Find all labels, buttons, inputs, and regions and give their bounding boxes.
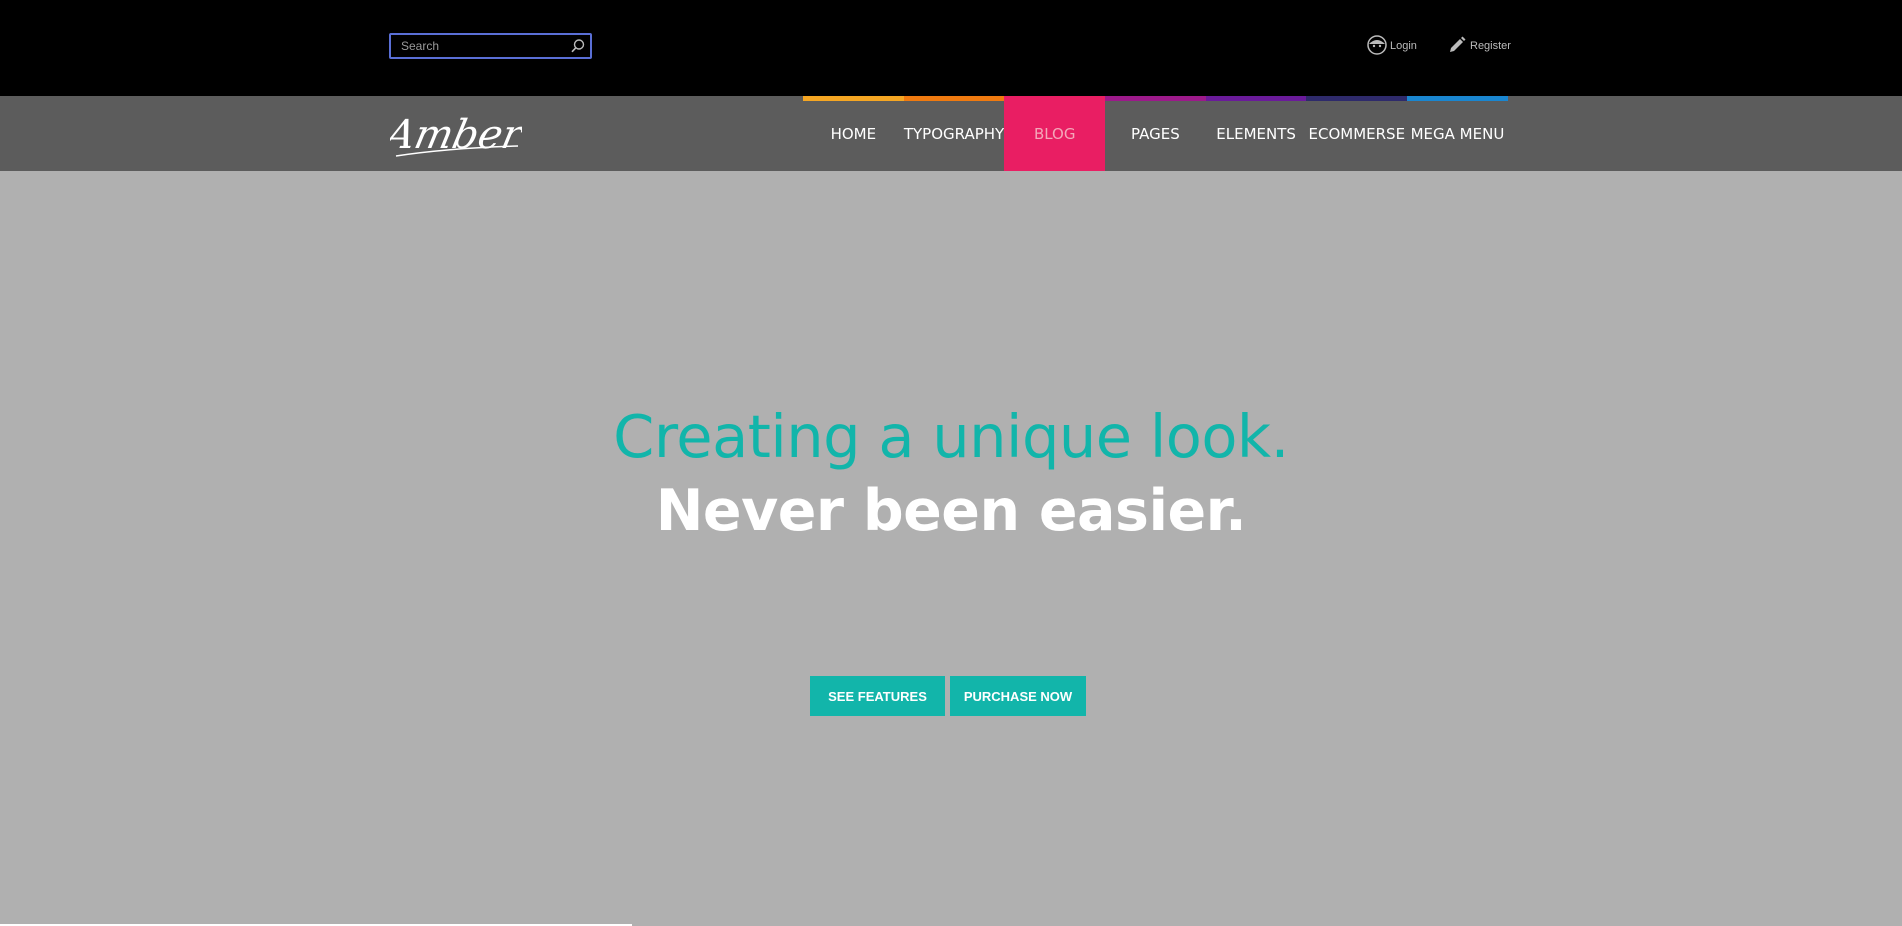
menu-color-bar [903,96,1005,101]
register-link[interactable]: Register [1447,36,1511,56]
brand-logo-text: Amber [390,110,522,157]
register-label: Register [1470,40,1511,52]
menu-item-label: ELEMENTS [1216,124,1296,143]
menu-item-label: BLOG [1033,124,1076,143]
menu-item-home[interactable]: HOME [803,96,904,171]
menu-item-mega-menu[interactable]: MEGA MENU [1407,96,1508,171]
menu-item-typography[interactable]: TYPOGRAPHY [903,96,1005,171]
see-features-button[interactable]: SEE FEATURES [810,676,945,716]
user-face-icon [1367,34,1390,58]
purchase-now-button[interactable]: PURCHASE NOW [950,676,1086,716]
menu-item-label: PAGES [1131,124,1180,143]
menu-item-blog[interactable]: BLOG [1004,96,1106,171]
menu-color-bar [1205,96,1307,101]
pencil-icon [1447,35,1470,58]
menu-color-bar [1105,96,1206,101]
login-label: Login [1390,40,1417,52]
search-input[interactable] [391,35,561,57]
menu-color-bar [1004,96,1106,101]
menu-color-bar [1407,96,1508,101]
login-link[interactable]: Login [1367,34,1417,58]
search-icon[interactable] [570,38,586,54]
menu-item-label: HOME [830,124,877,143]
hero-headline: Creating a unique look. [613,402,1289,471]
top-bar: Login Register [0,0,1902,96]
menu-item-elements[interactable]: ELEMENTS [1205,96,1307,171]
menu-color-bar [1306,96,1408,101]
menu-item-label: MEGA MENU [1410,124,1505,143]
main-menu: HOME TYPOGRAPHY BLOG PAGES ELEMENTS ECOMMERSE… [803,96,1508,171]
menu-item-label: ECOMMERSE [1308,124,1406,143]
search-box[interactable] [389,33,592,59]
brand-logo[interactable]: Amber [377,108,529,160]
main-navbar: Amber HOME TYPOGRAPHY BLOG PAGES ELEMENTS ECO… [0,96,1902,171]
menu-color-bar [803,96,904,101]
menu-item-pages[interactable]: PAGES [1105,96,1206,171]
menu-item-label: TYPOGRAPHY [903,124,1005,143]
hero-subheadline: Never been easier. [655,478,1247,544]
menu-item-ecommerse[interactable]: ECOMMERSE [1306,96,1408,171]
